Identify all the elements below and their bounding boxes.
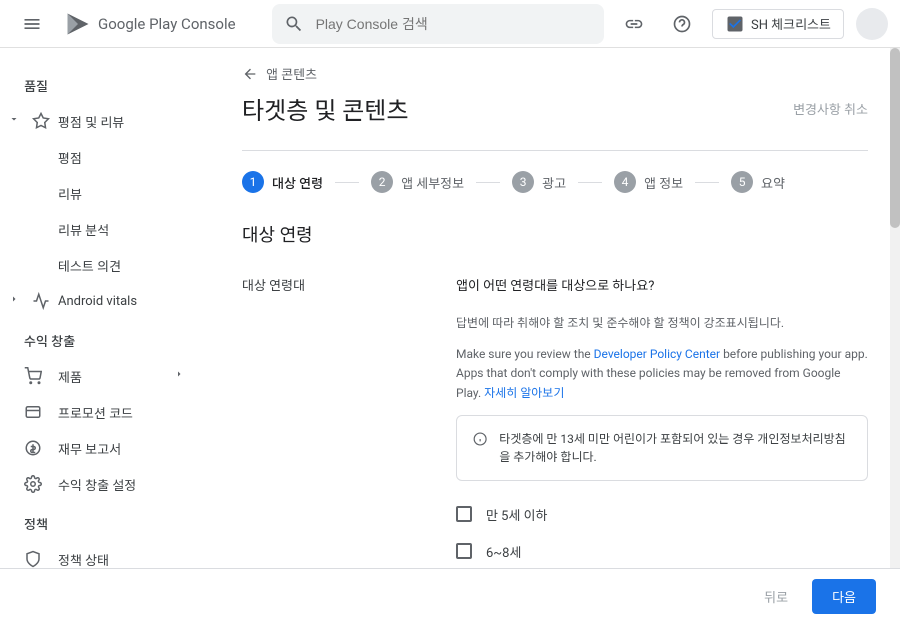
step-circle: 4 — [614, 171, 636, 193]
step-label: 광고 — [542, 173, 566, 192]
step-label: 대상 연령 — [272, 173, 323, 192]
link-icon — [624, 14, 644, 34]
money-icon — [24, 439, 42, 457]
step-connector — [335, 182, 359, 183]
info-alert: 타겟층에 만 13세 미만 어린이가 포함되어 있는 경우 개인정보처리방침을 … — [456, 415, 868, 481]
sidebar-item-review-analysis[interactable]: 리뷰 분석 — [0, 211, 209, 247]
sidebar-item-products[interactable]: 제품 — [0, 358, 209, 394]
age-checkbox-list: 만 5세 이하6~8세9~12세13~15세16~17세만 18세 이상 — [456, 505, 868, 568]
main-content: 앱 콘텐츠 타겟층 및 콘텐츠 변경사항 취소 1 대상 연령 2 앱 세부정보 3 광고… — [210, 48, 900, 568]
step-4[interactable]: 4 앱 정보 — [614, 171, 683, 193]
help-text-2: Make sure you review the Developer Polic… — [456, 345, 868, 403]
header: Google Play Console SH 체크리스트 — [0, 0, 900, 48]
hamburger-icon — [22, 14, 42, 34]
search-input[interactable] — [316, 16, 592, 32]
menu-button[interactable] — [12, 4, 52, 44]
checklist-icon — [725, 14, 745, 34]
form-row: 대상 연령대 앱이 어떤 연령대를 대상으로 하나요? 답변에 따라 취해야 할… — [242, 275, 868, 568]
section-heading: 대상 연령 — [242, 221, 868, 247]
step-circle: 2 — [371, 171, 393, 193]
avatar[interactable] — [856, 8, 888, 40]
sidebar-item-monetization-setup[interactable]: 수익 창출 설정 — [0, 466, 209, 502]
checkbox-label: 만 5세 이하 — [486, 505, 548, 524]
chevron-down-icon — [8, 113, 24, 129]
back-button[interactable]: 뒤로 — [748, 579, 804, 614]
step-connector — [476, 182, 500, 183]
step-label: 앱 정보 — [644, 173, 683, 192]
logo-text: Google Play Console — [98, 15, 236, 33]
step-circle: 5 — [731, 171, 753, 193]
play-console-icon — [64, 10, 92, 38]
scrollbar-thumb[interactable] — [890, 48, 900, 228]
shield-icon — [24, 550, 42, 568]
search-icon — [284, 14, 304, 34]
sidebar-item-reviews[interactable]: 리뷰 — [0, 175, 209, 211]
chevron-right-icon — [8, 293, 24, 309]
chevron-right-icon — [173, 368, 185, 384]
stepper: 1 대상 연령 2 앱 세부정보 3 광고 4 앱 정보 5 요약 — [242, 171, 868, 193]
sidebar-item-ratings-reviews[interactable]: 평점 및 리뷰 — [0, 103, 209, 139]
step-connector — [578, 182, 602, 183]
footer: 뒤로 다음 — [0, 568, 900, 624]
question: 앱이 어떤 연령대를 대상으로 하나요? — [456, 275, 868, 294]
sidebar-item-test-feedback[interactable]: 테스트 의견 — [0, 247, 209, 283]
cart-icon — [24, 367, 42, 385]
checkbox[interactable] — [456, 506, 472, 522]
next-button[interactable]: 다음 — [812, 579, 876, 614]
sidebar-label: 평점 및 리뷰 — [58, 112, 124, 131]
sidebar-section-policy: 정책 — [0, 502, 209, 541]
sidebar-item-policy-status[interactable]: 정책 상태 — [0, 541, 209, 568]
divider — [242, 150, 868, 151]
discard-changes[interactable]: 변경사항 취소 — [793, 99, 868, 118]
header-actions: SH 체크리스트 — [616, 6, 888, 42]
link-icon-button[interactable] — [616, 6, 652, 42]
sidebar-item-android-vitals[interactable]: Android vitals — [0, 283, 209, 319]
scrollbar[interactable] — [890, 48, 900, 568]
step-2[interactable]: 2 앱 세부정보 — [371, 171, 464, 193]
sidebar-section-quality: 품질 — [0, 64, 209, 103]
learn-more-link[interactable]: 자세히 알아보기 — [484, 386, 564, 400]
step-circle: 1 — [242, 171, 264, 193]
search-box[interactable] — [272, 4, 604, 44]
info-icon — [473, 430, 487, 448]
step-3[interactable]: 3 광고 — [512, 171, 566, 193]
sidebar-item-financial-reports[interactable]: 재무 보고서 — [0, 430, 209, 466]
age-option-1[interactable]: 6~8세 — [456, 542, 868, 561]
help-icon-button[interactable] — [664, 6, 700, 42]
step-connector — [695, 182, 719, 183]
policy-center-link[interactable]: Developer Policy Center — [594, 347, 720, 361]
step-5[interactable]: 5 요약 — [731, 171, 785, 193]
help-icon — [672, 14, 692, 34]
form-content: 앱이 어떤 연령대를 대상으로 하나요? 답변에 따라 취해야 할 조치 및 준… — [456, 275, 868, 568]
sidebar-section-monetize: 수익 창출 — [0, 319, 209, 358]
form-label: 대상 연령대 — [242, 275, 432, 568]
logo[interactable]: Google Play Console — [64, 10, 236, 38]
sidebar-label: Android vitals — [58, 294, 137, 309]
step-circle: 3 — [512, 171, 534, 193]
step-label: 요약 — [761, 173, 785, 192]
checkbox-label: 6~8세 — [486, 542, 521, 561]
age-option-0[interactable]: 만 5세 이하 — [456, 505, 868, 524]
sidebar: 품질 평점 및 리뷰 평점 리뷰 리뷰 분석 테스트 의견 Android vi… — [0, 48, 210, 568]
promo-icon — [24, 403, 42, 421]
checklist-chip[interactable]: SH 체크리스트 — [712, 9, 844, 39]
alert-text: 타겟층에 만 13세 미만 어린이가 포함되어 있는 경우 개인정보처리방침을 … — [499, 430, 851, 466]
breadcrumb[interactable]: 앱 콘텐츠 — [242, 64, 868, 83]
star-icon — [32, 112, 50, 130]
checkbox[interactable] — [456, 543, 472, 559]
page-title: 타겟층 및 콘텐츠 — [242, 91, 408, 126]
gear-icon — [24, 475, 42, 493]
vitals-icon — [32, 292, 50, 310]
page-header: 타겟층 및 콘텐츠 변경사항 취소 — [242, 91, 868, 126]
checklist-label: SH 체크리스트 — [751, 14, 831, 33]
help-text-1: 답변에 따라 취해야 할 조치 및 준수해야 할 정책이 강조표시됩니다. — [456, 314, 868, 333]
step-1[interactable]: 1 대상 연령 — [242, 171, 323, 193]
step-label: 앱 세부정보 — [401, 173, 464, 192]
sidebar-item-promo-codes[interactable]: 프로모션 코드 — [0, 394, 209, 430]
arrow-left-icon — [242, 66, 258, 82]
sidebar-item-ratings[interactable]: 평점 — [0, 139, 209, 175]
